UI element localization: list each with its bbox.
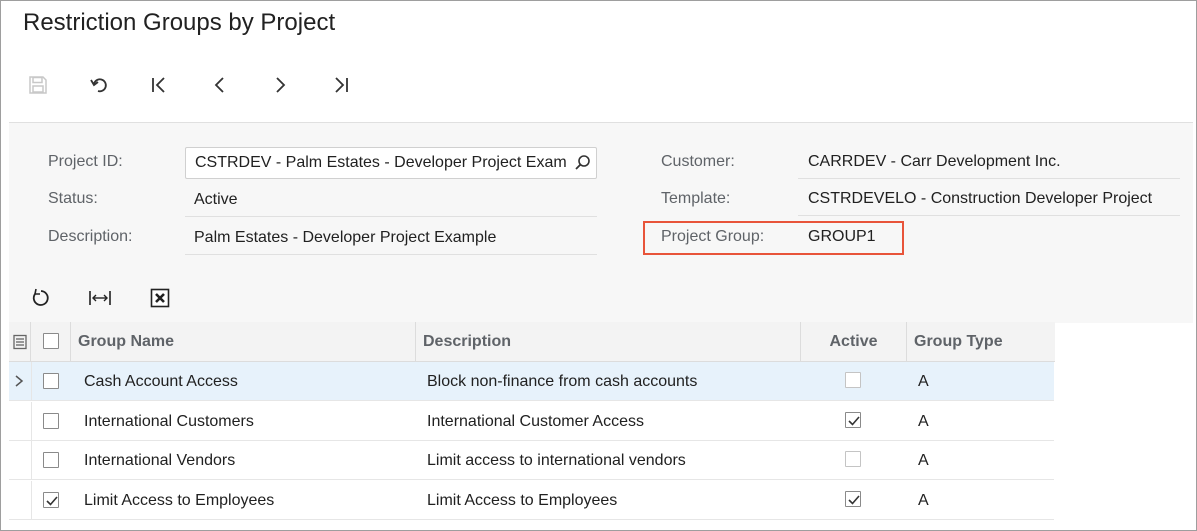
group-type-cell[interactable]: A (918, 413, 929, 431)
column-header-active[interactable]: Active (801, 322, 907, 362)
column-header-group-name[interactable]: Group Name (71, 322, 416, 362)
table-row[interactable]: International Vendors Limit access to int… (9, 441, 1054, 480)
group-name-cell[interactable]: International Customers (84, 413, 254, 431)
last-record-icon (335, 77, 348, 93)
customer-value: CARRDEV - Carr Development Inc. (808, 153, 1061, 170)
active-checkbox[interactable] (845, 412, 861, 428)
project-id-field[interactable]: CSTRDEV - Palm Estates - Developer Proje… (185, 147, 597, 179)
description-underline (185, 254, 597, 255)
row-select-checkbox[interactable] (43, 492, 59, 508)
project-id-label: Project ID: (48, 153, 123, 170)
search-button[interactable] (574, 154, 592, 177)
template-label: Template: (661, 190, 731, 207)
description-cell[interactable]: International Customer Access (427, 413, 644, 431)
previous-record-icon (214, 77, 224, 93)
group-type-cell[interactable]: A (918, 492, 929, 510)
template-underline (798, 215, 1180, 216)
undo-button[interactable] (84, 70, 114, 100)
export-excel-icon (150, 288, 170, 308)
next-record-button[interactable] (265, 70, 295, 100)
customer-label: Customer: (661, 153, 735, 170)
active-checkbox[interactable] (845, 491, 861, 507)
project-group-highlight (643, 221, 904, 255)
table-row[interactable]: Cash Account Access Block non-finance fro… (9, 362, 1054, 401)
status-underline (185, 216, 597, 217)
description-value: Palm Estates - Developer Project Example (194, 229, 497, 246)
template-value: CSTRDEVELO - Construction Developer Proj… (808, 190, 1153, 207)
column-header-group-type[interactable]: Group Type (907, 322, 1055, 362)
first-record-button[interactable] (144, 70, 174, 100)
description-cell[interactable]: Limit access to international vendors (427, 452, 686, 470)
first-record-icon (152, 77, 165, 93)
row-selector-divider (31, 402, 32, 440)
next-record-icon (276, 77, 286, 93)
description-cell[interactable]: Limit Access to Employees (427, 492, 617, 510)
select-all-header (31, 322, 71, 362)
refresh-icon (32, 288, 49, 306)
save-icon (29, 76, 47, 94)
fit-columns-button[interactable] (87, 285, 113, 311)
save-button[interactable] (23, 70, 53, 100)
description-label: Description: (48, 228, 133, 245)
active-checkbox[interactable] (845, 372, 861, 388)
group-name-cell[interactable]: International Vendors (84, 452, 235, 470)
row-selector-divider (31, 441, 32, 479)
group-name-cell[interactable]: Limit Access to Employees (84, 492, 274, 510)
group-type-cell[interactable]: A (918, 373, 929, 391)
refresh-button[interactable] (27, 285, 53, 311)
search-icon (575, 155, 590, 170)
description-cell[interactable]: Block non-finance from cash accounts (427, 373, 697, 391)
row-select-checkbox[interactable] (43, 452, 59, 468)
group-name-cell[interactable]: Cash Account Access (84, 373, 238, 391)
group-type-cell[interactable]: A (918, 452, 929, 470)
column-header-description[interactable]: Description (416, 322, 801, 362)
row-selector-divider (31, 362, 32, 400)
status-label: Status: (48, 190, 98, 207)
previous-record-button[interactable] (205, 70, 235, 100)
table-row[interactable]: Limit Access to Employees Limit Access to… (9, 481, 1054, 520)
row-selector-divider (31, 481, 32, 519)
fit-columns-icon (89, 291, 111, 305)
status-value: Active (194, 191, 238, 208)
project-id-value: CSTRDEV - Palm Estates - Developer Proje… (195, 154, 567, 171)
export-excel-button[interactable] (147, 285, 173, 311)
active-checkbox[interactable] (845, 451, 861, 467)
table-row[interactable]: International Customers International Cus… (9, 402, 1054, 441)
undo-icon (90, 78, 107, 93)
row-selector-header[interactable] (9, 322, 31, 362)
customer-underline (798, 178, 1180, 179)
column-chooser-icon (13, 334, 27, 350)
page-title: Restriction Groups by Project (23, 9, 336, 36)
current-row-indicator-icon (13, 373, 25, 389)
last-record-button[interactable] (326, 70, 356, 100)
select-all-checkbox[interactable] (43, 333, 59, 349)
row-select-checkbox[interactable] (43, 413, 59, 429)
row-select-checkbox[interactable] (43, 373, 59, 389)
